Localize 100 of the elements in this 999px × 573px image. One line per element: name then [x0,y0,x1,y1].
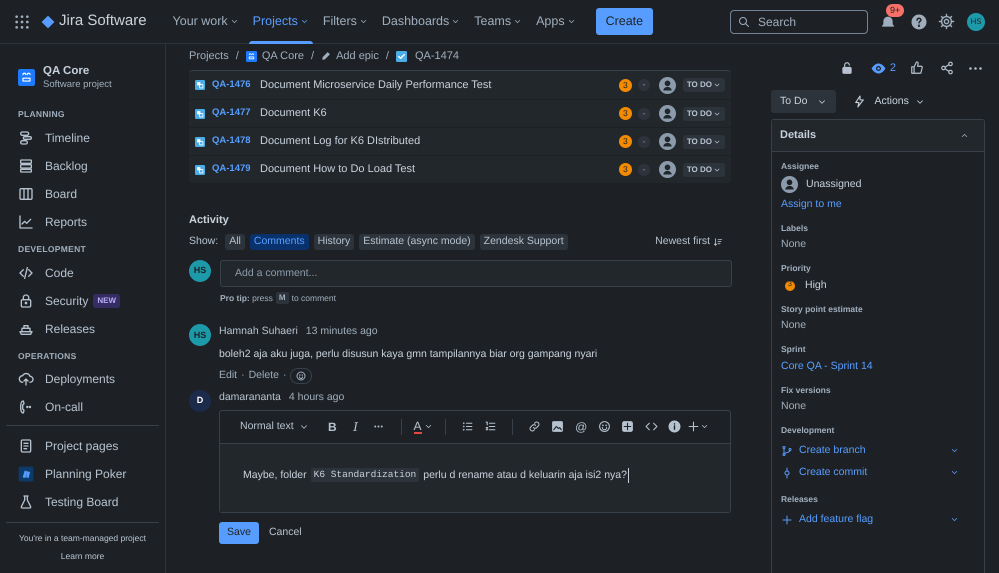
editor-text: Maybe, folder [243,468,307,482]
unlock-icon[interactable] [840,61,854,75]
child-issue-row[interactable]: QA-1479 Document How to Do Load Test 3 - TO DO [189,155,731,183]
add-reaction-icon[interactable] [290,368,312,384]
nav-menu[interactable]: Projects [246,0,315,44]
columns-icon [18,186,34,202]
sidebar-item[interactable]: Reports [0,208,88,236]
emoji-icon[interactable] [598,420,611,433]
child-issue-row[interactable]: QA-1476 Document Microservice Daily Performance Test 3 - TO DO [189,71,731,99]
text-color-button[interactable]: A [414,420,433,434]
status-dropdown[interactable]: TO DO [682,78,725,92]
breadcrumb-link[interactable]: QA-1474 [396,48,459,64]
chevron-down-icon [300,17,309,26]
actions-dropdown[interactable]: Actions [853,94,925,110]
search-input[interactable]: Search [758,12,858,30]
sidebar-item[interactable]: On-call [0,393,84,422]
plus-icon[interactable] [686,420,700,433]
sidebar-item[interactable]: Testing Board [0,488,118,516]
save-button[interactable]: Save [219,522,259,544]
italic-button[interactable]: I [344,418,366,436]
breadcrumb-link[interactable]: Add epic [321,48,379,64]
bold-button[interactable]: B [322,418,343,436]
priority-badge: 3 [618,135,632,148]
sidebar-item[interactable]: Timeline [0,124,90,152]
learn-more-link[interactable]: Learn more [60,550,104,563]
show-label: Show: [189,234,218,249]
watch-button[interactable]: 2 [870,60,896,76]
issue-key-link[interactable]: QA-1478 [212,134,260,149]
help-icon[interactable] [910,12,928,30]
bulleted-list-icon[interactable] [460,420,474,433]
subtask-icon [195,164,205,174]
nav-menu[interactable]: Your work [166,0,245,44]
status-dropdown[interactable]: TO DO [682,134,725,148]
comment-action-link[interactable]: Delete [248,368,279,384]
issue-key-link[interactable]: QA-1479 [212,162,260,177]
priority-badge: 3 [618,78,632,92]
create-button[interactable]: Create [596,8,654,35]
filter-tab[interactable]: Comments [250,234,309,250]
user-avatar[interactable]: HS [967,12,985,30]
child-issue-row[interactable]: QA-1478 Document Log for K6 DIstributed 3 - TO DO [189,127,731,155]
sidebar-item[interactable]: Code [0,258,74,286]
cancel-button[interactable]: Cancel [258,522,312,544]
filter-tab[interactable]: History [314,234,354,250]
child-issue-row[interactable]: QA-1477 Document K6 3 - TO DO [189,99,731,127]
image-icon[interactable] [551,420,564,433]
mention-button[interactable]: @ [570,418,592,436]
breadcrumb-link[interactable]: QA Core [246,48,304,64]
code-icon[interactable] [644,420,658,433]
section-heading: OPERATIONS [17,350,78,362]
flask-icon [18,494,34,510]
field-label: Fix versions [781,384,832,396]
sidebar-item[interactable]: Planning Poker [0,460,126,488]
filter-tab[interactable]: All [225,234,245,250]
nav-menu[interactable]: Filters [316,0,374,44]
settings-icon[interactable] [938,13,955,30]
assign-to-me-link[interactable]: Assign to me [781,196,975,212]
thumbs-up-icon[interactable] [910,61,924,75]
info-icon[interactable] [668,420,681,433]
status-dropdown[interactable]: To Do [771,90,836,113]
sidebar-item[interactable]: Deployments [0,365,116,394]
dot-separator: · [241,368,245,383]
details-header[interactable]: Details [772,120,984,152]
sidebar-item[interactable]: Project pages [0,432,118,460]
issue-summary: Document Microservice Daily Performance Test [260,78,492,93]
filter-tab[interactable]: Estimate (async mode) [359,234,475,250]
sidebar-item[interactable]: Backlog [0,152,88,180]
filter-tab[interactable]: Zendesk Support [480,234,568,250]
field-label: Assignee [781,160,820,173]
status-dropdown[interactable]: TO DO [682,162,725,176]
development-action[interactable]: Create commit [781,462,975,484]
timeline-bars-icon [18,130,34,146]
diamond-logo-icon [41,14,55,28]
comment-action-link[interactable]: Edit [219,368,238,384]
numbered-list-icon[interactable] [484,420,497,433]
comment-author: Hamnah Suhaeri [219,324,298,340]
bell-icon[interactable] [880,14,896,30]
search-field[interactable]: Search [730,10,868,34]
sprint-link[interactable]: Core QA - Sprint 14 [781,358,975,374]
development-action[interactable]: Add feature flag [781,508,975,530]
nav-menu[interactable]: Teams [468,0,528,44]
subtask-icon [195,80,205,90]
sidebar-item[interactable]: Security [0,286,88,314]
comment-body: boleh2 aja aku juga, perlu disusun kaya gmn tampilannya biar org gampang nyari [219,347,598,362]
issue-key-link[interactable]: QA-1477 [212,106,260,121]
link-icon[interactable] [528,420,542,433]
issue-key-link[interactable]: QA-1476 [212,78,260,92]
chevron-down-icon [513,17,522,26]
nav-menu[interactable]: Apps [530,0,582,44]
share-icon[interactable] [940,61,954,75]
development-action[interactable]: Create branch [781,440,975,462]
app-grid-icon[interactable] [14,14,30,30]
sidebar-item[interactable]: Releases [0,314,96,342]
nav-menu[interactable]: Dashboards [376,0,466,44]
issue-summary: Document How to Do Load Test [260,162,416,178]
status-dropdown[interactable]: TO DO [682,106,725,120]
breadcrumb-link[interactable]: Projects [189,48,229,64]
sidebar-item[interactable]: Board [0,180,78,208]
sort-button[interactable]: Newest first [655,234,723,250]
comment-field[interactable]: Add a comment... [220,260,732,286]
text-style-dropdown[interactable]: Normal text [240,418,309,434]
